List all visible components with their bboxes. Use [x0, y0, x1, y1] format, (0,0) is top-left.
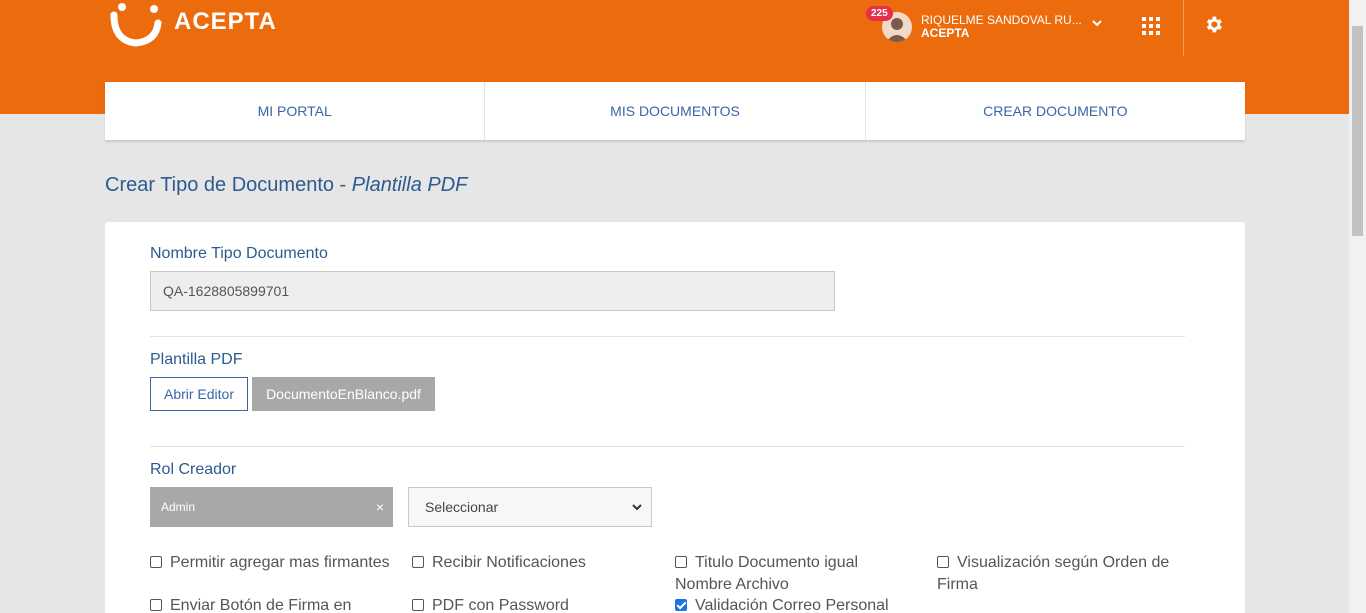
form-card: Nombre Tipo Documento QA-1628805899701 P… — [105, 222, 1245, 613]
checkbox-recibir-notificaciones[interactable]: Recibir Notificaciones — [412, 552, 586, 574]
name-input[interactable]: QA-1628805899701 — [150, 271, 835, 311]
checkbox-label: Titulo Documento igual — [695, 554, 859, 571]
role-tag: Admin — [161, 500, 196, 514]
checkbox-titulo-nombre-archivo[interactable]: Titulo Documento igual Nombre Archivo — [675, 552, 858, 596]
brand-name: ACEPTA — [174, 8, 277, 35]
user-menu[interactable]: 225 RIQUELME SANDOVAL RU... ACEPTA — [866, 2, 1102, 52]
divider — [150, 446, 1185, 447]
role-select-value: Seleccionar — [425, 499, 499, 515]
remove-tag-icon[interactable]: × — [376, 487, 384, 527]
brand-logo[interactable]: ACEPTA — [108, 0, 277, 50]
main-nav: MI PORTAL MIS DOCUMENTOS CREAR DOCUMENTO — [105, 82, 1245, 140]
open-editor-button[interactable]: Abrir Editor — [150, 377, 248, 411]
template-label: Plantilla PDF — [150, 351, 243, 368]
checkbox-box[interactable] — [412, 556, 424, 568]
notification-badge[interactable]: 225 — [866, 6, 893, 21]
name-label: Nombre Tipo Documento — [150, 245, 328, 262]
page-title-emphasis: Plantilla PDF — [351, 174, 468, 196]
chevron-down-icon[interactable] — [1090, 16, 1104, 30]
checkbox-orden-firma[interactable]: Visualización según Orden de Firma — [937, 552, 1169, 596]
acepta-logo-icon — [110, 3, 162, 47]
checkbox-box[interactable] — [675, 556, 687, 568]
checkbox-box[interactable] — [937, 556, 949, 568]
checkbox-label: Validación Correo Personal — [695, 597, 889, 613]
checkbox-label-line2: Firma — [937, 576, 978, 593]
tab-mis-documentos[interactable]: MIS DOCUMENTOS — [485, 82, 866, 140]
checkbox-permitir-firmantes[interactable]: Permitir agregar mas firmantes — [150, 552, 390, 574]
tab-mi-portal[interactable]: MI PORTAL — [105, 82, 486, 140]
scrollbar-thumb[interactable] — [1352, 26, 1363, 236]
role-label: Rol Creador — [150, 461, 237, 478]
checkbox-box[interactable] — [150, 556, 162, 568]
gear-icon[interactable] — [1203, 14, 1224, 35]
role-tag-input[interactable]: Admin × — [150, 487, 393, 527]
header-divider — [1183, 0, 1184, 56]
checkbox-pdf-password[interactable]: PDF con Password — [412, 595, 569, 613]
checkbox-validacion-correo[interactable]: Validación Correo Personal — [675, 595, 889, 613]
template-file-button[interactable]: DocumentoEnBlanco.pdf — [252, 377, 435, 411]
checkbox-label: Visualización según Orden de — [957, 554, 1170, 571]
checkbox-label: Recibir Notificaciones — [432, 554, 586, 571]
apps-grid-icon[interactable] — [1142, 17, 1160, 35]
page-title: Crear Tipo de Documento - Plantilla PDF — [105, 174, 467, 197]
checkbox-label: Enviar Botón de Firma en — [170, 597, 352, 613]
checkbox-enviar-boton-firma[interactable]: Enviar Botón de Firma en — [150, 595, 351, 613]
checkbox-label: Permitir agregar mas firmantes — [170, 554, 390, 571]
checkbox-label-line2: Nombre Archivo — [675, 576, 789, 593]
checkbox-box[interactable] — [412, 599, 424, 611]
checkbox-box[interactable] — [150, 599, 162, 611]
role-select[interactable]: Seleccionar — [408, 487, 652, 527]
tab-crear-documento[interactable]: CREAR DOCUMENTO — [866, 82, 1245, 140]
divider — [150, 336, 1185, 337]
checkbox-label: PDF con Password — [432, 597, 569, 613]
page-title-prefix: Crear Tipo de Documento - — [105, 174, 352, 196]
checkbox-box[interactable] — [675, 599, 687, 611]
chevron-down-icon — [632, 504, 642, 511]
user-org: ACEPTA — [921, 26, 970, 40]
page-scrollbar[interactable] — [1349, 0, 1366, 613]
